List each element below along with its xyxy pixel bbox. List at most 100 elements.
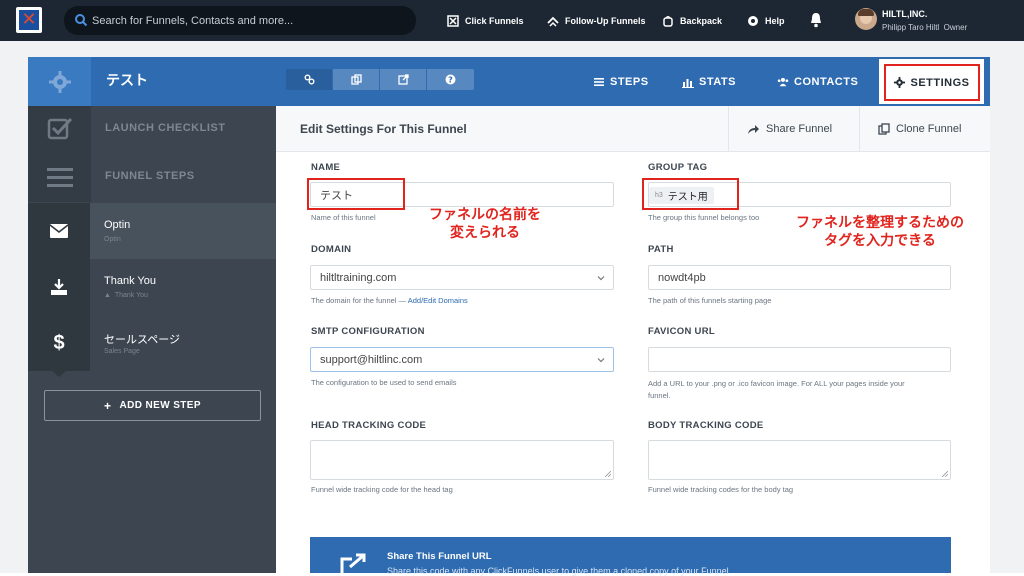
hamburger-icon [46, 168, 73, 187]
tab-stats[interactable]: STATS [682, 57, 736, 106]
resize-grip-icon[interactable] [942, 471, 948, 477]
tab-settings[interactable]: SETTINGS [879, 59, 984, 104]
nav-label: Click Funnels [465, 15, 524, 26]
link-button[interactable] [286, 69, 333, 90]
path-help: The path of this funnels starting page [648, 296, 772, 305]
tab-label: CONTACTS [794, 75, 859, 88]
question-icon: ? [445, 74, 456, 85]
funnel-step-thank-you[interactable]: Thank You ▲ Thank You [28, 259, 276, 315]
dollar-icon: $ [53, 331, 65, 354]
bell-icon[interactable] [808, 12, 824, 28]
sidebar-icon-cell [28, 106, 91, 152]
logo-mark: ✕ [21, 9, 37, 29]
body-tracking-help: Funnel wide tracking codes for the body … [648, 485, 794, 494]
annotation-line: ファネルを整理するための [796, 214, 964, 230]
avatar[interactable] [855, 8, 877, 30]
resize-grip-icon[interactable] [605, 471, 611, 477]
nav-backpack[interactable]: Backpack [662, 0, 722, 41]
step-title: Thank You [104, 275, 156, 287]
smtp-select[interactable]: support@hiltlinc.com [310, 347, 614, 372]
tab-label: SETTINGS [910, 76, 970, 89]
add-new-step-button[interactable]: + ADD NEW STEP [44, 390, 261, 421]
download-icon [51, 279, 67, 295]
favicon-input[interactable] [648, 347, 951, 372]
name-highlight-box [307, 178, 405, 210]
step-subtitle: Sales Page [104, 348, 140, 355]
body-tracking-textarea[interactable] [648, 440, 951, 480]
link-icon [304, 74, 314, 85]
funnel-step-optin[interactable]: Optin Optin [28, 203, 276, 259]
search-input[interactable] [92, 10, 402, 31]
name-annotation: ファネルの名前を 変えられる [405, 205, 565, 241]
external-link-button[interactable] [380, 69, 427, 90]
list-icon [594, 77, 604, 86]
head-tracking-textarea[interactable] [310, 440, 614, 480]
nav-follow-up-funnels[interactable]: Follow-Up Funnels [547, 0, 646, 41]
clone-funnel-button[interactable]: Clone Funnel [859, 106, 990, 152]
svg-text:?: ? [448, 75, 453, 84]
path-label: PATH [648, 244, 674, 255]
step-body: セールスページ Sales Page [90, 315, 276, 371]
head-tracking-help: Funnel wide tracking code for the head t… [311, 485, 453, 494]
smtp-label: SMTP CONFIGURATION [311, 326, 425, 337]
step-subtitle: Optin [104, 236, 121, 243]
clone-funnel-label: Clone Funnel [896, 123, 962, 135]
funnel-action-toolbar: ? [286, 69, 474, 90]
tab-label: STATS [699, 75, 736, 88]
share-icon [748, 124, 759, 134]
external-link-icon [397, 74, 409, 85]
nav-click-funnels[interactable]: Click Funnels [447, 0, 524, 41]
smtp-help: The configuration to be used to send ema… [311, 378, 457, 387]
account-role: Owner [943, 23, 968, 32]
share-funnel-label: Share Funnel [766, 123, 833, 135]
step-body: Optin Optin [90, 203, 276, 259]
name-help: Name of this funnel [311, 213, 376, 222]
settings-title: Edit Settings For This Funnel [300, 122, 467, 136]
funnel-gear-button[interactable] [28, 57, 91, 106]
sidebar-icon-cell [28, 152, 91, 202]
add-edit-domains-link[interactable]: Add/Edit Domains [408, 296, 468, 305]
domain-label: DOMAIN [311, 244, 352, 255]
settings-highlight-box: SETTINGS [884, 64, 980, 101]
step-icon-cell [28, 259, 90, 315]
clickfunnels-icon [447, 14, 459, 27]
path-value: nowdt4pb [658, 271, 706, 284]
copy-icon [350, 74, 362, 85]
search-icon [75, 14, 88, 27]
tab-contacts[interactable]: CONTACTS [777, 57, 858, 106]
help-icon [748, 15, 758, 26]
nav-label: Follow-Up Funnels [565, 15, 646, 26]
nav-help[interactable]: Help [747, 0, 785, 41]
clickfunnels-logo[interactable]: ✕ [16, 7, 42, 33]
warning-icon: ▲ [104, 292, 111, 299]
domain-help-text: The domain for the funnel — [311, 296, 408, 305]
step-title: Optin [104, 219, 131, 231]
follow-up-icon [547, 16, 559, 27]
funnel-step-sales-page[interactable]: $ セールスページ Sales Page [28, 315, 276, 371]
plus-icon: + [104, 398, 112, 413]
account-user: Philipp Taro Hiltl Owner [882, 23, 967, 32]
favicon-label: FAVICON URL [648, 326, 715, 337]
head-tracking-label: HEAD TRACKING CODE [311, 420, 427, 431]
add-step-label: ADD NEW STEP [119, 400, 201, 411]
sidebar-item-launch-checklist[interactable]: LAUNCH CHECKLIST [28, 106, 276, 152]
path-input[interactable]: nowdt4pb [648, 265, 951, 290]
checkbox-icon [47, 117, 72, 140]
sidebar-item-funnel-steps[interactable]: FUNNEL STEPS [28, 152, 276, 202]
account-name[interactable]: HILTL,INC. [882, 9, 927, 19]
annotation-line: ファネルの名前を [429, 206, 541, 222]
domain-select[interactable]: hiltltraining.com [310, 265, 614, 290]
step-icon-cell: $ [28, 315, 90, 371]
share-funnel-button[interactable]: Share Funnel [728, 106, 859, 152]
favicon-help: Add a URL to your .png or .ico favicon i… [648, 378, 905, 402]
help-button[interactable]: ? [427, 69, 474, 90]
share-url-title: Share This Funnel URL [387, 551, 492, 562]
chevron-down-icon [597, 276, 605, 281]
copy-button[interactable] [333, 69, 380, 90]
favicon-help-line: Add a URL to your .png or .ico favicon i… [648, 379, 905, 388]
share-url-subtitle: Share this code with any ClickFunnels us… [387, 566, 729, 576]
backpack-icon [663, 15, 673, 27]
users-icon [777, 77, 789, 86]
group-tag-highlight-box [642, 178, 739, 210]
tab-steps[interactable]: STEPS [593, 57, 649, 106]
